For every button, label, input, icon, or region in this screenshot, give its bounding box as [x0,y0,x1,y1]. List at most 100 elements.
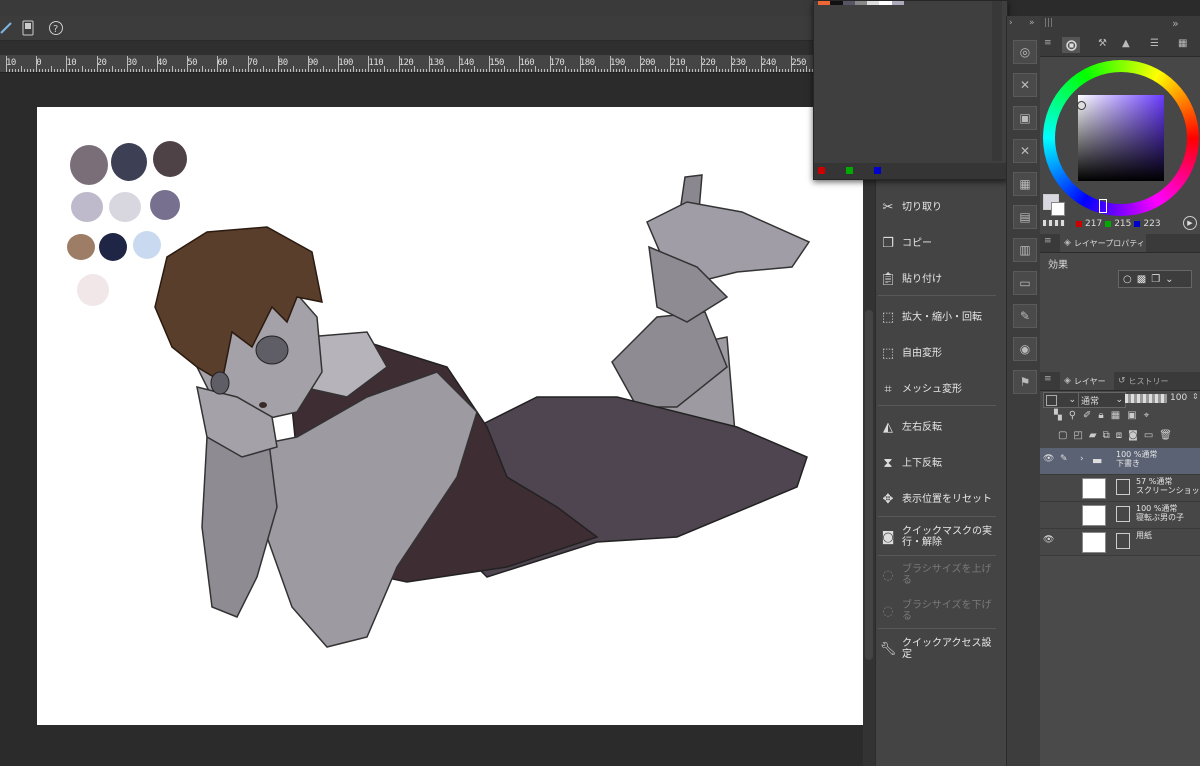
phone-icon[interactable] [18,18,38,38]
opacity-stepper-icon[interactable]: ⇕ [1192,392,1199,401]
transparent-color-chip[interactable] [1043,220,1065,226]
scrollbar-thumb[interactable] [865,310,873,660]
blue-value: 223 [1143,219,1161,229]
expand-chevron-icon[interactable]: » [1029,18,1035,28]
opacity-slider[interactable] [1125,394,1167,403]
merge-down-icon[interactable]: ⧈ [1116,430,1122,444]
ruler-icon[interactable]: ⌖ [1144,410,1150,424]
clip-icon[interactable]: ▚ [1054,410,1062,424]
mask-enable-icon[interactable]: ▣ [1127,410,1136,424]
draft-icon[interactable]: ✐ [1083,410,1091,424]
ruler-tick [471,69,473,72]
color-wheel-tab-icon[interactable] [1062,37,1080,53]
sub-color-chip[interactable] [1051,202,1065,216]
create-mask-icon[interactable]: ◙ [1128,430,1138,444]
popup-scrollbar[interactable] [992,1,1002,161]
new-folder-icon[interactable]: ▰ [1089,430,1097,444]
quick-access-item[interactable]: ◌ ブラシサイズを上げる [876,558,998,592]
folder-icon[interactable]: ▭ [1013,271,1037,295]
layer-row[interactable]: 57 %通常スクリーンショット [1040,475,1200,502]
layer-color-dropdown[interactable]: ⌄ [1043,392,1079,408]
color-history-tab-icon[interactable]: ▦ [1178,38,1187,49]
quick-access-item[interactable]: ◙ クイックマスクの実行・解除 [876,520,998,554]
color-picker-cursor[interactable] [1077,101,1086,110]
layer-row[interactable]: 👁︎ 用紙 [1040,529,1200,556]
edit-target-icon[interactable] [1060,535,1072,547]
opacity-value[interactable]: 100 [1170,393,1187,403]
quick-access-item[interactable]: ◌ ブラシサイズを下げる [876,594,998,628]
tab-layer-property[interactable]: ◈ レイヤープロパティ [1060,234,1146,252]
quick-access-item[interactable]: 🔧︎ クイックアクセス設定 [876,632,998,666]
lock-transparent-icon[interactable]: ▦ [1111,410,1120,424]
ruler-tick [187,56,189,72]
menu-icon-3[interactable]: ≡ [1044,374,1052,384]
color-set-tab-icon[interactable]: ☰ [1150,38,1159,49]
auto-action-icon[interactable]: ⚑ [1013,370,1037,394]
reference-icon[interactable]: ⚲ [1069,410,1076,424]
tab-layer[interactable]: ◈ レイヤー [1060,372,1114,390]
effect-selector[interactable]: ○ ▩ ❐ ⌄ [1118,270,1192,288]
blend-mode-dropdown[interactable]: 通常 ⌄ [1078,392,1126,408]
ruler-tick [277,56,279,72]
layer-row[interactable]: 👁︎ ✎ › ▬ 100 %通常 下書き [1040,448,1200,475]
ruler-tick [120,69,122,72]
tab-history[interactable]: ↺ ヒストリー [1114,372,1178,390]
layer-toolbar-1: ▚ ⚲ ✐ 🔒︎ ▦ ▣ ⌖ [1054,410,1200,424]
sub-view-icon[interactable]: ▤ [1013,205,1037,229]
edit-target-icon[interactable] [1060,508,1072,520]
visibility-eye-icon[interactable]: 👁︎ [1043,535,1055,547]
quick-access-item[interactable]: ✂ 切り取り [876,190,998,224]
expand-chevron-icon-right[interactable]: » [1172,17,1179,30]
edit-icon[interactable]: ✎ [1013,304,1037,328]
effect-label: 効果 [1048,260,1068,271]
new-vector-layer-icon[interactable]: ◰ [1073,430,1082,444]
quick-access-item[interactable]: ✥ 表示位置をリセット [876,482,998,516]
quick-access-item[interactable]: ❐ コピー [876,226,998,260]
quick-access-item[interactable]: 📋︎ 貼り付け [876,262,998,296]
visibility-eye-icon[interactable] [1043,508,1055,520]
play-circle-icon[interactable]: ▶ [1183,216,1197,230]
visibility-eye-icon[interactable]: 👁︎ [1043,454,1055,466]
tone-effect-icon[interactable]: ▩ [1137,274,1146,285]
material-icon[interactable]: ▣ [1013,106,1037,130]
quick-access-item[interactable]: ⬚ 自由変形 [876,336,998,370]
ruler-tick [398,56,400,72]
camera-icon[interactable]: ◉ [1013,337,1037,361]
new-raster-layer-icon[interactable]: ▢ [1058,430,1067,444]
visibility-eye-icon[interactable] [1043,481,1055,493]
pen-icon[interactable] [0,18,16,38]
color-wheel[interactable] [1043,60,1199,218]
layer-row[interactable]: 100 %通常 寝転ぶ男の子 [1040,502,1200,529]
edit-target-icon[interactable]: ✎ [1060,454,1072,466]
hue-cursor[interactable] [1099,199,1107,213]
edit-target-icon[interactable] [1060,481,1072,493]
navigator-icon[interactable]: ◎ [1013,40,1037,64]
ruler-tick [129,69,131,72]
quick-access-item[interactable]: ⌗ メッシュ変形 [876,372,998,406]
quick-access-item[interactable]: ◭ 左右反転 [876,410,998,444]
collapse-chevron-icon[interactable]: › [1009,18,1013,28]
panel-close-icon-2[interactable]: ✕ [1013,139,1037,163]
ruler-tick [99,69,101,72]
layer-search-icon[interactable]: ▥ [1013,238,1037,262]
layer-color-icon[interactable]: ❐ [1151,274,1160,285]
folder-expand-chevron-icon[interactable]: › [1080,454,1084,464]
saturation-value-square[interactable] [1078,95,1164,181]
approximate-color-tab-icon[interactable]: ▲ [1122,38,1130,49]
transfer-down-icon[interactable]: ⧉ [1103,430,1110,444]
apply-mask-icon[interactable]: ▭ [1144,430,1153,444]
menu-icon[interactable]: ≡ [1044,38,1052,48]
help-icon[interactable]: ? [46,18,66,38]
lock-icon[interactable]: 🔒︎ [1098,410,1103,424]
chevron-down-icon[interactable]: ⌄ [1165,274,1173,285]
pattern-icon[interactable]: ▦ [1013,172,1037,196]
drawing-paper[interactable] [37,107,863,725]
ruler-tick [495,69,497,72]
delete-layer-icon[interactable]: 🗑︎ [1159,430,1172,444]
intermediate-color-tab-icon[interactable]: ⚒ [1098,38,1107,49]
border-effect-icon[interactable]: ○ [1123,274,1132,285]
panel-close-icon[interactable]: ✕ [1013,73,1037,97]
quick-access-item[interactable]: ⧗ 上下反転 [876,446,998,480]
quick-access-item[interactable]: ⬚ 拡大・縮小・回転 [876,300,998,334]
menu-icon-2[interactable]: ≡ [1044,236,1052,246]
